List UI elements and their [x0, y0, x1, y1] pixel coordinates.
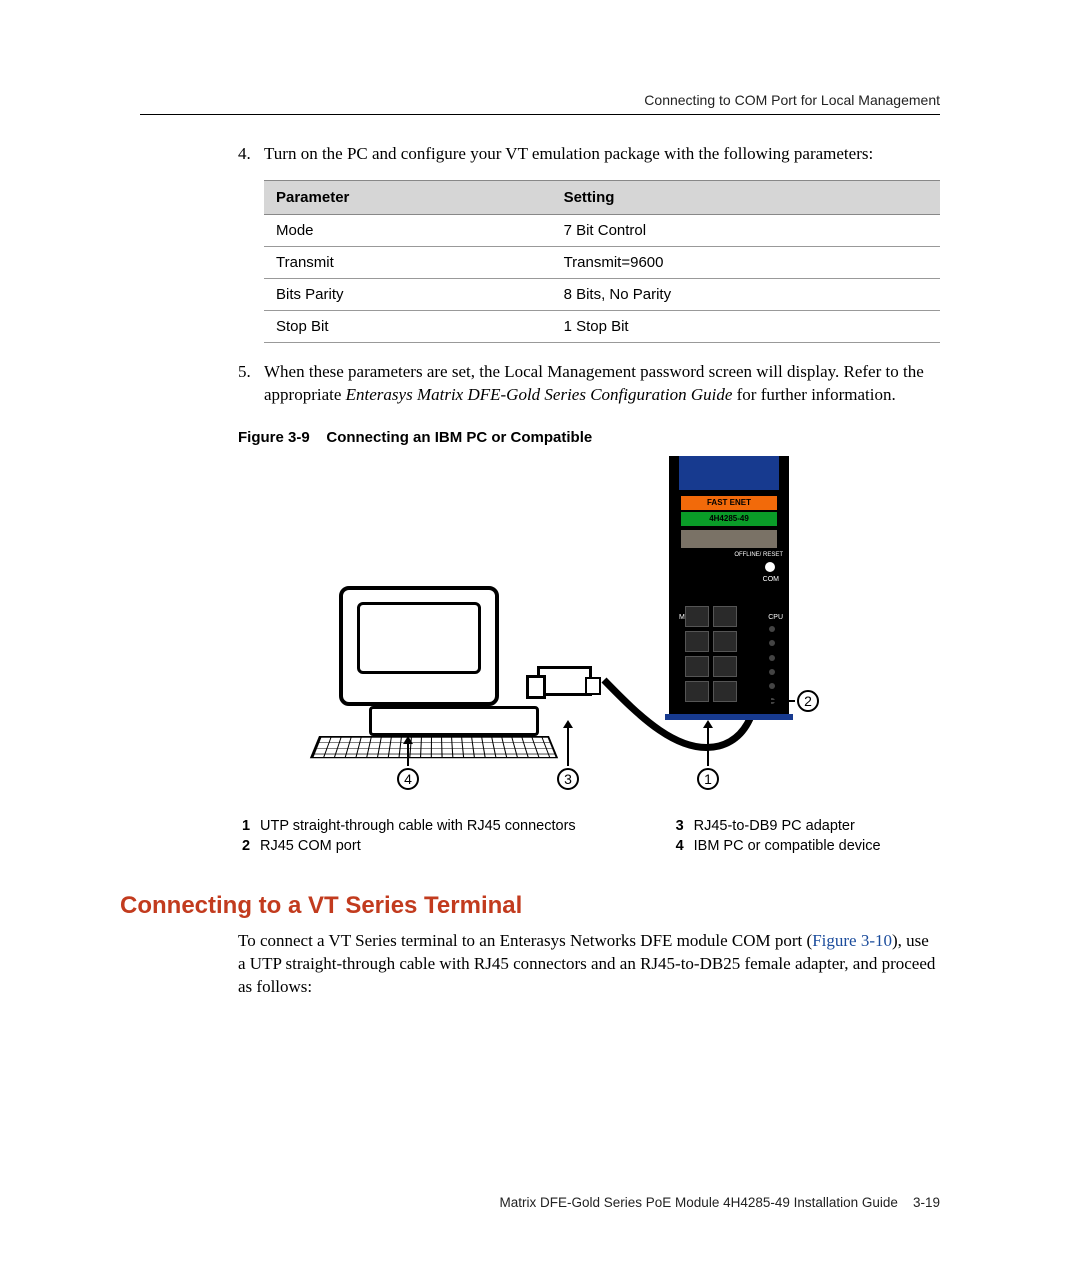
figure-xref-link[interactable]: Figure 3-10: [812, 931, 892, 950]
legend-value: RJ45-to-DB9 PC adapter: [690, 816, 940, 836]
step-text: Turn on the PC and configure your VT emu…: [264, 143, 940, 166]
cell-param: Stop Bit: [264, 310, 552, 342]
running-header: Connecting to COM Port for Local Managem…: [140, 92, 940, 115]
cell-setting: Transmit=9600: [552, 246, 940, 278]
legend-value: RJ45 COM port: [256, 836, 672, 856]
cell-param: Bits Parity: [264, 278, 552, 310]
table-row: Bits Parity 8 Bits, No Parity: [264, 278, 940, 310]
text-run: To connect a VT Series terminal to an En…: [238, 931, 812, 950]
led-column-icon: [767, 626, 777, 704]
callout-arrow-icon: [407, 744, 409, 766]
table-row: Mode 7 Bit Control: [264, 214, 940, 246]
text-run: for further information.: [737, 385, 896, 404]
callout-arrow-icon: [707, 728, 709, 766]
reset-led-icon: [765, 562, 775, 572]
footer-title: Matrix DFE-Gold Series PoE Module 4H4285…: [500, 1195, 898, 1210]
step-text: When these parameters are set, the Local…: [264, 361, 940, 407]
module-label-fast-enet: FAST ENET: [681, 496, 777, 510]
cell-param: Mode: [264, 214, 552, 246]
parameter-table: Parameter Setting Mode 7 Bit Control Tra…: [264, 180, 940, 343]
cell-param: Transmit: [264, 246, 552, 278]
module-label-cpu: CPU: [768, 614, 783, 621]
callout-arrow-icon: [567, 728, 569, 766]
figure-illustration: FAST ENET 4H4285-49 OFFLINE/ RESET COM M…: [319, 456, 859, 806]
legend-key: 3: [672, 816, 690, 836]
step-4: 4. Turn on the PC and configure your VT …: [238, 143, 940, 166]
rj45-jacks-icon: [685, 606, 737, 702]
dfe-module-icon: FAST ENET 4H4285-49 OFFLINE/ RESET COM M…: [669, 456, 789, 716]
content-column: 4. Turn on the PC and configure your VT …: [238, 143, 940, 856]
text-run-italic: Enterasys Matrix DFE-Gold Series Configu…: [346, 385, 733, 404]
figure-title: Connecting an IBM PC or Compatible: [326, 429, 592, 446]
callout-4: 4: [397, 768, 419, 790]
module-label-offline: OFFLINE/ RESET: [734, 552, 783, 558]
step-number: 4.: [238, 143, 264, 166]
legend-key: 2: [238, 836, 256, 856]
page-body: Connecting to COM Port for Local Managem…: [140, 92, 940, 1011]
step-number: 5.: [238, 361, 264, 407]
legend-value: IBM PC or compatible device: [690, 836, 940, 856]
callout-1: 1: [697, 768, 719, 790]
legend-value: UTP straight-through cable with RJ45 con…: [256, 816, 672, 836]
step-5: 5. When these parameters are set, the Lo…: [238, 361, 940, 407]
col-header-parameter: Parameter: [264, 180, 552, 214]
cell-setting: 8 Bits, No Parity: [552, 278, 940, 310]
callout-arrow-icon: [771, 700, 795, 702]
figure-legend: 1 UTP straight-through cable with RJ45 c…: [238, 816, 940, 856]
table-row: Transmit Transmit=9600: [264, 246, 940, 278]
module-label-model: 4H4285-49: [681, 512, 777, 526]
cell-setting: 7 Bit Control: [552, 214, 940, 246]
footer-page-number: 3-19: [913, 1195, 940, 1210]
module-base-icon: [665, 714, 793, 720]
section-intro-paragraph: To connect a VT Series terminal to an En…: [238, 930, 940, 999]
figure-label: Figure 3-9: [238, 429, 310, 446]
legend-key: 4: [672, 836, 690, 856]
callout-3: 3: [557, 768, 579, 790]
module-label-com: COM: [763, 576, 779, 583]
col-header-setting: Setting: [552, 180, 940, 214]
legend-key: 1: [238, 816, 256, 836]
page-footer: Matrix DFE-Gold Series PoE Module 4H4285…: [140, 1195, 940, 1210]
table-row: Stop Bit 1 Stop Bit: [264, 310, 940, 342]
cell-setting: 1 Stop Bit: [552, 310, 940, 342]
callout-2: 2: [797, 690, 819, 712]
figure-caption: Figure 3-9 Connecting an IBM PC or Compa…: [238, 429, 940, 446]
section-heading: Connecting to a VT Series Terminal: [120, 892, 940, 920]
